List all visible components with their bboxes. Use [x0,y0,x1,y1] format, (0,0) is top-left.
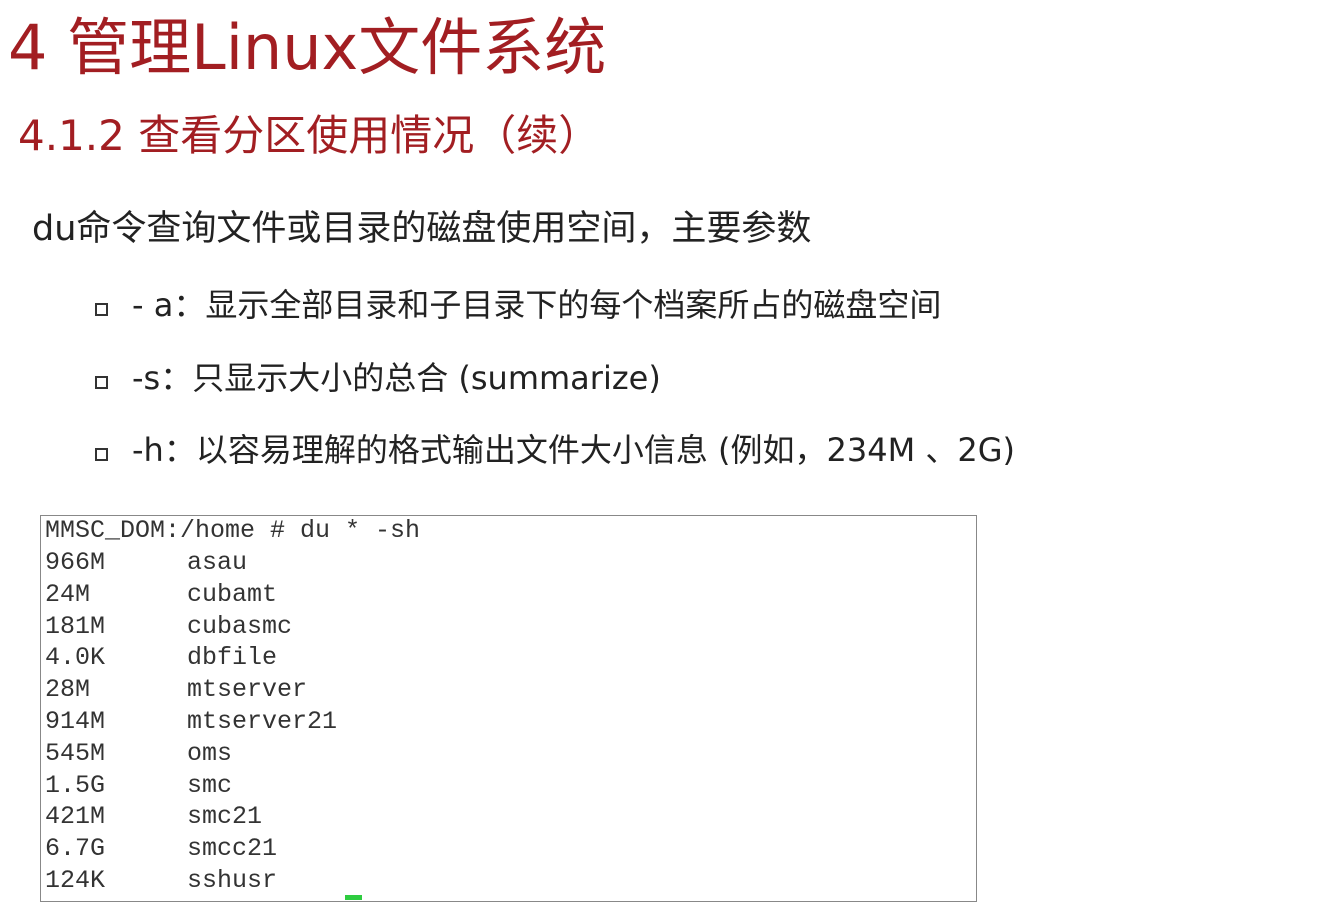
bullet-text: -h：以容易理解的格式输出文件大小信息 (例如，234M 、2G) [132,431,1015,469]
size-value: 28M [45,675,91,705]
terminal-row: 545M oms [45,738,232,770]
size-value: 966M [45,548,106,577]
dir-name: sshusr [187,866,278,895]
size-value: 124K [45,866,106,895]
terminal-command: MMSC_DOM:/home # du * -sh [45,516,421,545]
bullet-item: -s：只显示大小的总合 (summarize) [95,355,661,401]
size-value: 421M [45,802,106,832]
dir-name: asau [187,548,248,577]
size-value: 24M [45,579,91,609]
dir-name: cubamt [187,579,278,609]
slide-title: 4 管理Linux文件系统 [8,11,607,84]
bullet-item: -h：以容易理解的格式输出文件大小信息 (例如，234M 、2G) [95,427,1015,473]
terminal-output: MMSC_DOM:/home # du * -sh 966M asau 24M cub… [40,515,977,902]
terminal-row: 6.7G smcc21 [45,833,277,865]
dir-name: mtserver [187,675,308,705]
dir-name: cubasmc [187,611,293,641]
terminal-row: 1.5G smc [45,770,232,802]
terminal-row: 4.0K dbfile [45,642,277,674]
terminal-row: 966M asau [45,547,247,579]
terminal-cursor [345,895,362,900]
bullet-text: -s：只显示大小的总合 (summarize) [132,359,661,397]
size-value: 181M [45,611,106,641]
terminal-row: 124K sshusr [45,865,277,897]
terminal-row: 24M cubamt [45,579,277,611]
terminal-row: 181M cubasmc [45,611,292,643]
square-bullet-icon [95,302,108,316]
dir-name: mtserver21 [187,707,338,736]
dir-name: smc21 [187,802,263,832]
size-value: 914M [45,707,106,736]
bullet-item: - a：显示全部目录和子目录下的每个档案所占的磁盘空间 [95,282,941,328]
terminal-row: 28M mtserver [45,674,307,706]
square-bullet-icon [95,447,108,461]
size-value: 4.0K [45,643,106,673]
size-value: 1.5G [45,770,106,800]
dir-name: smcc21 [187,834,278,864]
bullet-text: - a：显示全部目录和子目录下的每个档案所占的磁盘空间 [132,286,942,324]
square-bullet-icon [95,375,108,389]
terminal-row: 421M smc21 [45,801,262,833]
dir-name: smc [187,770,233,800]
size-value: 6.7G [45,834,106,864]
slide-subtitle: 4.1.2 查看分区使用情况（续） [18,111,601,160]
size-value: 545M [45,738,106,768]
dir-name: dbfile [187,643,278,673]
terminal-row: 914M mtserver21 [45,706,337,738]
intro-text: du命令查询文件或目录的磁盘使用空间，主要参数 [32,209,812,249]
dir-name: oms [187,738,233,768]
